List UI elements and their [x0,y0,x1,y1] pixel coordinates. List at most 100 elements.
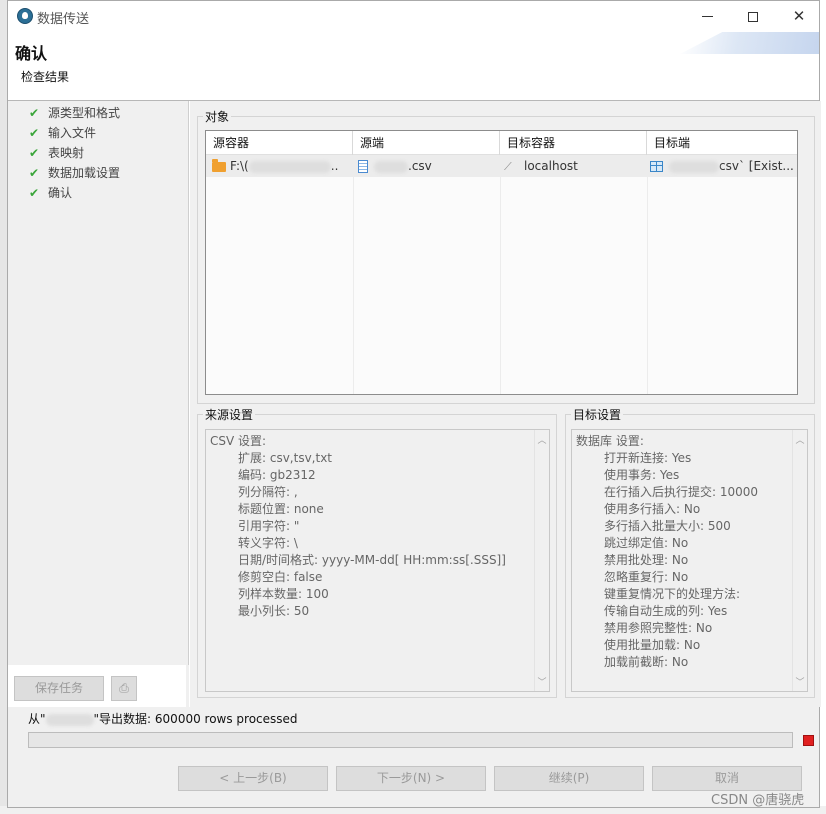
objects-group-label: 对象 [203,108,232,125]
step-confirm[interactable]: ✔ 确认 [29,184,72,202]
continue-button[interactable]: 继续(P) [494,766,644,791]
stop-button[interactable] [803,735,814,746]
minimize-button[interactable] [684,1,730,32]
target-settings-scrollbar[interactable]: ︿ ﹀ [792,430,807,691]
column-header[interactable]: 源端 [353,131,500,155]
scroll-up-icon[interactable]: ︿ [793,433,807,446]
settings-line: 使用批量加载: No [604,638,701,652]
settings-line: 多行插入批量大小: 500 [604,519,731,533]
settings-line: 加载前截断: No [604,655,689,669]
maximize-button[interactable] [730,1,776,32]
table-header: 源容器 源端 目标容器 目标端 [206,131,797,155]
minimize-icon [701,16,713,17]
page-title: 确认 [15,44,48,63]
settings-line: 最小列长: 50 [238,604,310,618]
target-container-text: localhost [524,159,578,173]
folder-icon [212,158,226,172]
settings-line: 键重复情况下的处理方法: [604,587,741,601]
check-icon: ✔ [29,146,40,160]
target-cell: csv` [Exist... [650,155,797,177]
source-settings-scrollbar[interactable]: ︿ ﹀ [534,430,549,691]
target-container-cell: ⟋ localhost [504,155,644,177]
check-icon: ✔ [29,106,40,120]
column-divider [647,155,648,394]
step-label: 源类型和格式 [48,106,121,120]
close-button[interactable]: ✕ [776,1,822,32]
scroll-down-icon[interactable]: ﹀ [793,675,807,688]
target-settings-content: 数据库 设置: 打开新连接: Yes 使用事务: Yes 在行插入后执行提交: … [576,433,758,671]
column-header[interactable]: 目标容器 [500,131,647,155]
next-button[interactable]: 下一步(N) > [336,766,486,791]
window-title: 数据传送 [37,12,90,27]
redacted-path [248,160,331,173]
source-settings-label: 来源设置 [203,406,256,423]
settings-line: 使用多行插入: No [604,502,701,516]
save-task-button[interactable]: 保存任务 [14,676,104,701]
app-icon [17,8,33,24]
scroll-down-icon[interactable]: ﹀ [535,675,549,688]
step-input-file[interactable]: ✔ 输入文件 [29,124,96,142]
settings-line: 跳过绑定值: No [604,536,689,550]
column-header[interactable]: 目标端 [647,131,797,155]
status-prefix: 从" [28,712,46,726]
page-header: 确认 检查结果 [8,32,819,101]
back-button[interactable]: < 上一步(B) [178,766,328,791]
settings-line: 禁用批处理: No [604,553,689,567]
close-icon: ✕ [792,7,806,25]
step-load-settings[interactable]: ✔ 数据加载设置 [29,164,120,182]
page-description: 检查结果 [21,70,70,84]
settings-line: 转义字符: \ [238,536,298,550]
table-row[interactable]: F:\(.. .csv ⟋ localhost csv` [Exist... [206,155,797,177]
table-icon [650,161,663,172]
data-transfer-dialog: 数据传送 ✕ 确认 检查结果 ✔ 源类型和格式 ✔ 输入文件 ✔ 表映射 ✔ 数据加载设… [7,0,821,808]
source-container-ellipsis: .. [330,159,339,173]
settings-line: 编码: gb2312 [238,468,316,482]
source-text: .csv [408,159,432,173]
settings-line: 日期/时间格式: yyyy-MM-dd[ HH:mm:ss[.SSS]] [238,553,506,567]
cancel-button[interactable]: 取消 [652,766,802,791]
settings-header: CSV 设置: [210,434,267,448]
settings-line: 列样本数量: 100 [238,587,329,601]
title-bar: 数据传送 ✕ [8,1,819,32]
step-label: 输入文件 [48,126,97,140]
file-icon [358,160,368,173]
column-header[interactable]: 源容器 [206,131,353,155]
scroll-up-icon[interactable]: ︿ [535,433,549,446]
source-cell: .csv [358,155,498,177]
source-settings-content: CSV 设置: 扩展: csv,tsv,txt 编码: gb2312 列分隔符:… [210,433,506,620]
column-divider [353,155,354,394]
redacted-filename [374,160,408,173]
target-settings-text[interactable]: 数据库 设置: 打开新连接: Yes 使用事务: Yes 在行插入后执行提交: … [571,429,808,692]
redacted-tablename [669,160,719,173]
settings-line: 修剪空白: false [238,570,323,584]
source-settings-text[interactable]: CSV 设置: 扩展: csv,tsv,txt 编码: gb2312 列分隔符:… [205,429,550,692]
status-suffix: "导出数据: 600000 rows processed [93,712,298,726]
settings-line: 引用字符: " [238,519,300,533]
settings-line: 列分隔符: , [238,485,298,499]
watermark: CSDN @唐骁虎 [711,793,805,808]
settings-line: 使用事务: Yes [604,468,680,482]
settings-line: 在行插入后执行提交: 10000 [604,485,759,499]
check-icon: ✔ [29,166,40,180]
print-icon: ⎙ [119,681,129,695]
print-button[interactable]: ⎙ [111,676,137,701]
progress-bar [28,732,793,748]
banner-decoration [680,32,819,54]
main-panel: 对象 源容器 源端 目标容器 目标端 F:\(.. .csv ⟋ localhos… [189,101,821,707]
settings-line: 标题位置: none [238,502,324,516]
settings-line: 打开新连接: Yes [604,451,692,465]
step-table-mapping[interactable]: ✔ 表映射 [29,144,84,162]
settings-line: 忽略重复行: No [604,570,689,584]
maximize-icon [748,11,758,22]
step-source-type[interactable]: ✔ 源类型和格式 [29,104,120,122]
check-icon: ✔ [29,186,40,200]
objects-table[interactable]: 源容器 源端 目标容器 目标端 F:\(.. .csv ⟋ localhost [205,130,798,395]
target-text: csv` [Exist... [719,159,794,173]
settings-line: 禁用参照完整性: No [604,621,713,635]
wizard-steps: ✔ 源类型和格式 ✔ 输入文件 ✔ 表映射 ✔ 数据加载设置 ✔ 确认 [8,101,189,665]
target-settings-label: 目标设置 [571,406,624,423]
step-label: 确认 [48,186,73,200]
step-label: 表映射 [48,146,85,160]
table-body: F:\(.. .csv ⟋ localhost csv` [Exist... [206,155,797,394]
settings-line: 传输自动生成的列: Yes [604,604,728,618]
